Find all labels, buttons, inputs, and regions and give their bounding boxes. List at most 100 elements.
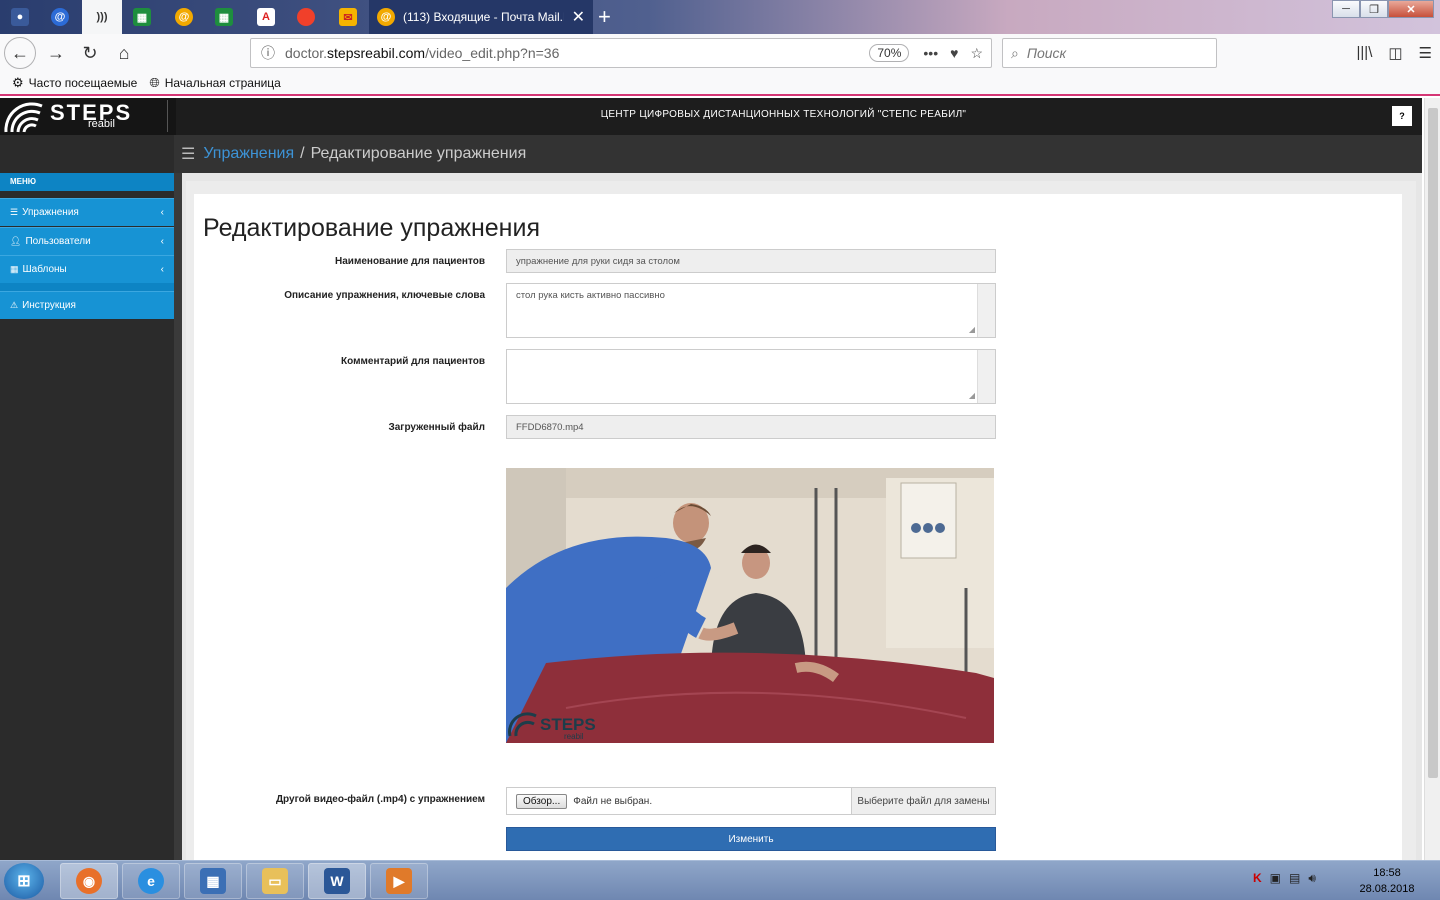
bookmark-home-page[interactable]: 🌐︎ Начальная страница: [149, 75, 281, 91]
close-tab-icon[interactable]: ✕: [572, 7, 585, 27]
video-frame: STEPS reabil: [506, 468, 994, 743]
uploaded-file-field: FFDD6870.mp4: [506, 415, 996, 439]
name-label: Наименование для пациентов: [335, 256, 485, 267]
start-button[interactable]: ⊞: [4, 863, 44, 899]
steps-logo[interactable]: STEPS reabil: [0, 98, 176, 135]
sheets-icon: ▦: [133, 8, 151, 26]
browse-button[interactable]: Обзор...: [516, 793, 568, 809]
description-label: Описание упражнения, ключевые слова: [284, 290, 485, 301]
taskbar-firefox[interactable]: ◉: [60, 863, 118, 899]
browser-tab[interactable]: ▦: [122, 0, 162, 34]
sheets-icon: ▦: [215, 8, 233, 26]
mail-at-icon: @: [175, 8, 193, 26]
red-circle-icon: [297, 8, 315, 26]
scrollbar-thumb[interactable]: [1428, 108, 1438, 778]
forward-icon[interactable]: →: [40, 37, 72, 69]
browser-tab-mail[interactable]: @ (113) Входящие - Почта Mail.R ✕: [369, 0, 593, 34]
chevron-left-icon: ‹: [160, 207, 164, 218]
bookmark-most-visited[interactable]: ⚙ Часто посещаемые: [12, 75, 137, 91]
browser-tab[interactable]: [286, 0, 326, 34]
sidebar-toggle-icon[interactable]: ◫: [1388, 44, 1402, 62]
browser-tab[interactable]: ▦: [204, 0, 244, 34]
taskbar-internet-explorer[interactable]: e: [122, 863, 180, 899]
pocket-icon[interactable]: ♥: [950, 45, 958, 62]
browser-tab[interactable]: ✉: [328, 0, 368, 34]
internet-explorer-icon: e: [138, 868, 164, 894]
steps-wave-icon: ))): [96, 11, 108, 23]
action-center-icon[interactable]: ▤: [1289, 871, 1300, 886]
taskbar-media-player[interactable]: ▶: [370, 863, 428, 899]
breadcrumb-separator: /: [300, 145, 305, 162]
browser-tab[interactable]: ●: [0, 0, 40, 34]
globe-icon: 🌐︎: [149, 75, 160, 90]
window-controls: ─ ❐ ✕: [1332, 0, 1434, 18]
more-actions-icon[interactable]: •••: [923, 45, 938, 62]
comment-textarea[interactable]: ◢: [506, 349, 996, 404]
browser-tab[interactable]: A: [246, 0, 286, 34]
submit-button[interactable]: Изменить: [506, 827, 996, 851]
reload-icon[interactable]: ↻: [74, 37, 106, 69]
back-icon[interactable]: ←: [4, 37, 36, 69]
system-clock[interactable]: 18:58 28.08.2018: [1352, 865, 1422, 897]
system-tray: K ▣ ▤ 🔊︎: [1253, 871, 1316, 886]
logo-waves-icon: [4, 102, 43, 133]
browser-tab[interactable]: @: [40, 0, 80, 34]
description-textarea[interactable]: стол рука кисть активно пассивно ◢: [506, 283, 996, 338]
name-field[interactable]: упражнение для руки сидя за столом: [506, 249, 996, 273]
word-icon: W: [324, 868, 350, 894]
no-file-text: Файл не выбран.: [573, 795, 653, 807]
search-icon: ⌕: [1011, 44, 1019, 61]
taskbar-word[interactable]: W: [308, 863, 366, 899]
textarea-scrollbar[interactable]: [977, 350, 995, 403]
mail-envelope-icon: ✉: [339, 8, 357, 26]
page-title: Редактирование упражнения: [203, 214, 540, 242]
help-button[interactable]: ?: [1392, 106, 1412, 126]
restore-icon[interactable]: ❐: [1360, 0, 1388, 18]
search-field[interactable]: ⌕ Поиск: [1002, 38, 1217, 68]
calculator-app-icon: ▦: [200, 868, 226, 894]
file-input[interactable]: Обзор... Файл не выбран. Выберите файл д…: [506, 787, 996, 815]
taskbar-calculator-app[interactable]: ▦: [184, 863, 242, 899]
logo-subtext: reabil: [88, 118, 115, 130]
clock-date: 28.08.2018: [1359, 883, 1415, 895]
breadcrumb-current: Редактирование упражнения: [310, 145, 527, 162]
comment-label: Комментарий для пациентов: [341, 356, 485, 367]
textarea-scrollbar[interactable]: [977, 284, 995, 337]
tab-title: (113) Входящие - Почта Mail.R: [403, 10, 564, 24]
chevron-left-icon: ‹: [160, 236, 164, 247]
resize-grip-icon[interactable]: ◢: [969, 325, 975, 334]
windows-taskbar: ⊞ ◉ e ▦ ▭ W ▶ K ▣ ▤ 🔊︎ 18:58 28.08.2018: [0, 860, 1440, 900]
close-window-icon[interactable]: ✕: [1388, 0, 1434, 18]
address-bar[interactable]: ⓘ doctor.stepsreabil.com/video_edit.php?…: [250, 38, 992, 68]
library-icon[interactable]: |||\: [1357, 44, 1373, 62]
antivirus-icon[interactable]: K: [1253, 871, 1262, 886]
sidebar-item-exercises[interactable]: ☰ Упражнения ‹: [0, 198, 174, 226]
file-replace-hint: Выберите файл для замены: [851, 788, 995, 814]
hamburger-menu-icon[interactable]: ☰: [1419, 44, 1432, 62]
home-icon[interactable]: ⌂: [108, 37, 140, 69]
mail-at-icon: @: [377, 8, 395, 26]
browser-tab[interactable]: @: [164, 0, 204, 34]
minimize-icon[interactable]: ─: [1332, 0, 1360, 18]
bookmark-star-icon[interactable]: ☆: [970, 45, 983, 62]
exercise-video[interactable]: STEPS reabil: [506, 468, 994, 743]
mail-at-icon: @: [51, 8, 69, 26]
volume-icon[interactable]: 🔊︎: [1308, 871, 1316, 886]
new-tab-icon[interactable]: +: [598, 4, 611, 30]
gear-icon: ⚙: [12, 75, 24, 90]
media-player-icon: ▶: [386, 868, 412, 894]
breadcrumb-link-exercises[interactable]: Упражнения: [203, 145, 294, 163]
zoom-level[interactable]: 70%: [869, 44, 910, 62]
network-icon[interactable]: ▣: [1270, 871, 1281, 886]
sidebar-item-users[interactable]: 👤︎ Пользователи ‹: [0, 227, 174, 255]
page-scrollbar[interactable]: [1424, 98, 1440, 860]
header-title: ЦЕНТР ЦИФРОВЫХ ДИСТАНЦИОННЫХ ТЕХНОЛОГИЙ …: [600, 109, 967, 120]
taskbar-explorer[interactable]: ▭: [246, 863, 304, 899]
resize-grip-icon[interactable]: ◢: [969, 391, 975, 400]
search-placeholder: Поиск: [1026, 45, 1067, 61]
list-icon: ☰: [10, 207, 19, 217]
browser-tab[interactable]: ))): [82, 0, 122, 34]
user-icon: 👤︎: [10, 236, 22, 246]
info-icon[interactable]: ⓘ: [261, 43, 275, 63]
sidebar-toggle-icon[interactable]: ☰: [181, 144, 195, 164]
